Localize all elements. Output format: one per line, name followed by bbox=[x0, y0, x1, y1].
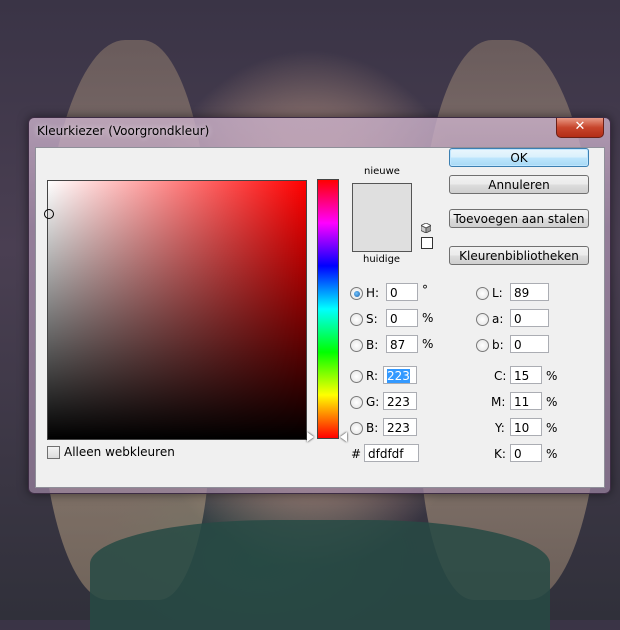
hue-slider-arrow-right[interactable] bbox=[340, 432, 347, 442]
blue-label: B: bbox=[366, 421, 379, 435]
color-field[interactable] bbox=[44, 180, 307, 440]
lab-b-radio[interactable] bbox=[476, 339, 489, 352]
green-radio[interactable] bbox=[350, 396, 363, 409]
background-photo-sweater bbox=[90, 520, 550, 630]
lab-a-label: a: bbox=[492, 312, 504, 326]
cube-icon[interactable] bbox=[421, 223, 431, 233]
cyan-unit: % bbox=[546, 369, 558, 383]
web-colors-only-label: Alleen webkleuren bbox=[64, 445, 175, 459]
red-input[interactable]: 223 bbox=[383, 366, 417, 384]
brightness-radio[interactable] bbox=[350, 339, 363, 352]
current-color-label: huidige bbox=[363, 254, 401, 265]
magenta-label: M: bbox=[491, 395, 506, 409]
saturation-label: S: bbox=[366, 312, 378, 326]
ok-button[interactable]: OK bbox=[449, 148, 589, 167]
lab-b-input[interactable]: 0 bbox=[510, 335, 549, 353]
saturation-radio[interactable] bbox=[350, 313, 363, 326]
blue-input[interactable]: 223 bbox=[383, 418, 417, 436]
add-to-swatches-button[interactable]: Toevoegen aan stalen bbox=[449, 209, 589, 228]
yellow-label: Y: bbox=[495, 421, 505, 435]
color-picker-window: Kleurkiezer (Voorgrondkleur) ✕ Alleen we… bbox=[28, 117, 611, 494]
web-colors-only-checkbox[interactable] bbox=[47, 445, 60, 459]
black-input[interactable]: 0 bbox=[510, 444, 542, 462]
hex-input[interactable]: dfdfdf bbox=[364, 444, 419, 462]
new-color-swatch bbox=[352, 183, 412, 218]
web-colors-only-option[interactable]: Alleen webkleuren bbox=[47, 445, 175, 459]
cyan-label: C: bbox=[494, 369, 507, 383]
color-field-marker[interactable] bbox=[44, 209, 54, 219]
lab-b-label: b: bbox=[492, 338, 504, 352]
new-color-label: nieuwe bbox=[364, 166, 400, 177]
green-input[interactable]: 223 bbox=[383, 392, 417, 410]
lightness-radio[interactable] bbox=[476, 287, 489, 300]
magenta-input[interactable]: 11 bbox=[510, 392, 542, 410]
green-label: G: bbox=[366, 395, 380, 409]
black-label: K: bbox=[494, 447, 506, 461]
brightness-input[interactable]: 87 bbox=[386, 335, 418, 353]
lab-a-radio[interactable] bbox=[476, 313, 489, 326]
hue-unit: ° bbox=[422, 283, 428, 297]
hex-label: # bbox=[351, 447, 362, 461]
hue-label: H: bbox=[366, 286, 380, 300]
lightness-label: L: bbox=[492, 286, 503, 300]
red-label: R: bbox=[366, 369, 379, 383]
window-title: Kleurkiezer (Voorgrondkleur) bbox=[37, 124, 210, 138]
hue-radio[interactable] bbox=[350, 287, 363, 300]
current-color-swatch[interactable] bbox=[352, 217, 412, 252]
close-icon: ✕ bbox=[574, 119, 586, 134]
brightness-unit: % bbox=[422, 337, 434, 351]
yellow-unit: % bbox=[546, 421, 558, 435]
cancel-button[interactable]: Annuleren bbox=[449, 175, 589, 194]
magenta-unit: % bbox=[546, 395, 558, 409]
lightness-input[interactable]: 89 bbox=[510, 283, 549, 301]
hue-input[interactable]: 0 bbox=[386, 283, 418, 301]
close-button[interactable]: ✕ bbox=[556, 118, 604, 138]
yellow-input[interactable]: 10 bbox=[510, 418, 542, 436]
brightness-label: B: bbox=[366, 338, 379, 352]
red-radio[interactable] bbox=[350, 370, 363, 383]
cyan-input[interactable]: 15 bbox=[510, 366, 542, 384]
color-libraries-button[interactable]: Kleurenbibliotheken bbox=[449, 246, 589, 265]
lab-a-input[interactable]: 0 bbox=[510, 309, 549, 327]
red-input-value: 223 bbox=[387, 369, 410, 383]
hue-slider[interactable] bbox=[317, 179, 339, 439]
black-unit: % bbox=[546, 447, 558, 461]
dialog-client-area: Alleen webkleuren nieuwe huidige OK Annu… bbox=[35, 147, 605, 488]
blue-radio[interactable] bbox=[350, 422, 363, 435]
hue-slider-arrow-left[interactable] bbox=[307, 432, 314, 442]
saturation-input[interactable]: 0 bbox=[386, 309, 418, 327]
websafe-square-icon[interactable] bbox=[421, 237, 433, 249]
saturation-unit: % bbox=[422, 311, 434, 325]
